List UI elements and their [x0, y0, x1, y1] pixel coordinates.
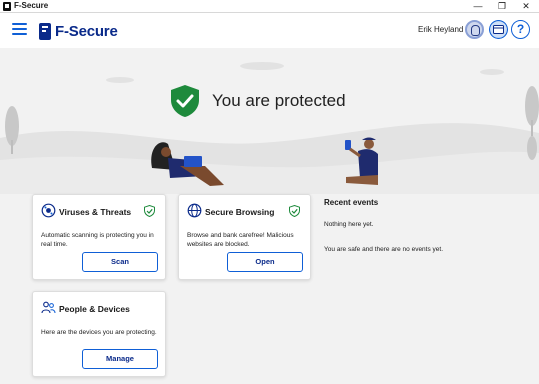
window-titlebar: F-Secure — ❐ ✕ — [0, 0, 539, 13]
shield-check-icon — [171, 85, 199, 117]
help-icon[interactable]: ? — [511, 20, 530, 39]
close-button[interactable]: ✕ — [514, 0, 538, 13]
subscription-cards-icon[interactable] — [489, 20, 508, 39]
people-icon — [41, 301, 56, 314]
virus-icon — [41, 203, 56, 218]
card-description: Automatic scanning is protecting you in … — [41, 232, 154, 248]
card-description: Here are the devices you are protecting. — [41, 329, 157, 336]
user-avatar-icon[interactable] — [465, 20, 484, 39]
scan-button[interactable]: Scan — [82, 252, 158, 272]
hero-illustration — [0, 62, 539, 194]
maximize-button[interactable]: ❐ — [490, 0, 514, 13]
brand-logo: F-Secure — [39, 21, 118, 41]
minimize-button[interactable]: — — [466, 0, 490, 13]
recent-events-title: Recent events — [324, 198, 379, 207]
events-safe-text: You are safe and there are no events yet… — [324, 246, 444, 253]
f-secure-logo-icon — [39, 22, 51, 40]
card-title: Viruses & Threats — [59, 207, 132, 217]
brand-name: F-Secure — [55, 22, 118, 40]
shield-check-icon — [289, 205, 300, 217]
events-empty-text: Nothing here yet. — [324, 221, 374, 228]
app-header: F-Secure Erik Heyland ? — [0, 13, 539, 48]
card-title: Secure Browsing — [205, 207, 275, 217]
viruses-threats-card[interactable]: Viruses & Threats Automatic scanning is … — [32, 194, 166, 280]
card-title: People & Devices — [59, 304, 130, 314]
user-name[interactable]: Erik Heyland — [418, 25, 463, 34]
secure-browsing-card[interactable]: Secure Browsing Browse and bank carefree… — [178, 194, 311, 280]
manage-button[interactable]: Manage — [82, 349, 158, 369]
window-title: F-Secure — [14, 1, 49, 10]
status-text: You are protected — [212, 91, 346, 110]
protection-status: You are protected — [169, 84, 346, 118]
open-button[interactable]: Open — [227, 252, 303, 272]
shield-check-icon — [144, 205, 155, 217]
app-icon — [3, 2, 11, 11]
globe-icon — [187, 203, 202, 218]
card-description: Browse and bank carefree! Malicious webs… — [187, 232, 294, 248]
menu-hamburger-icon[interactable] — [12, 23, 27, 37]
people-devices-card[interactable]: People & Devices Here are the devices yo… — [32, 291, 166, 377]
